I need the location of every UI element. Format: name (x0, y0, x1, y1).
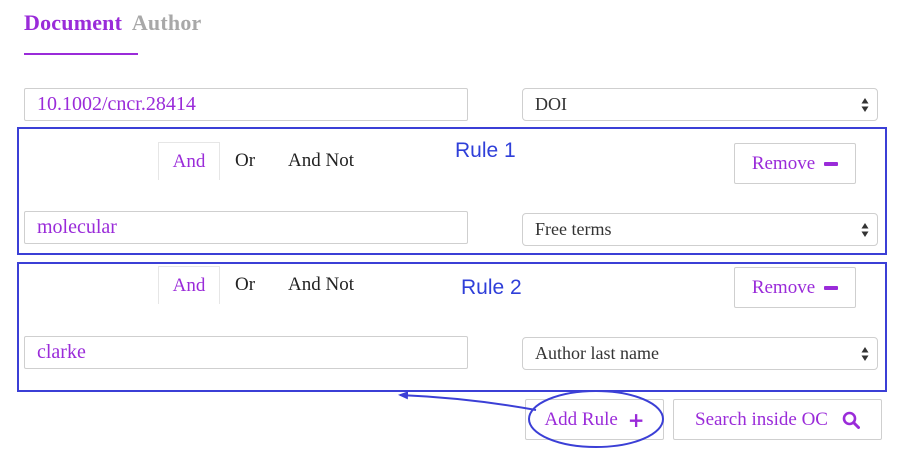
main-query-input[interactable]: 10.1002/cncr.28414 (24, 88, 468, 121)
search-icon (842, 411, 860, 429)
rule-2-term-input[interactable]: clarke (24, 336, 468, 369)
tab-author[interactable]: Author (132, 10, 202, 35)
rule-2-operator-or[interactable]: Or (226, 266, 264, 304)
search-inside-oc-label: Search inside OC (695, 408, 828, 430)
rule-2-remove-button[interactable]: Remove (734, 267, 856, 308)
rule-1-remove-label: Remove (751, 152, 816, 174)
add-rule-button[interactable]: Add Rule + (525, 399, 664, 440)
minus-icon (824, 161, 839, 166)
rule-1-operator-or[interactable]: Or (226, 142, 264, 180)
rule-2-annotation-label: Rule 2 (461, 276, 522, 299)
updown-arrows-icon (861, 223, 869, 237)
rule-2-field-select-value: Author last name (535, 343, 659, 363)
rule-2-operator-and-not[interactable]: And Not (276, 266, 366, 304)
updown-arrows-icon (861, 347, 869, 361)
rule-2-remove-label: Remove (751, 276, 816, 298)
rule-2-operator-and[interactable]: And (158, 266, 220, 304)
rule-1-term-input[interactable]: molecular (24, 211, 468, 244)
annotation-arrow (398, 391, 537, 411)
search-inside-oc-button[interactable]: Search inside OC (673, 399, 882, 440)
rule-1-operator-and-not[interactable]: And Not (276, 142, 366, 180)
updown-arrows-icon (861, 98, 869, 112)
minus-icon (824, 285, 839, 290)
main-field-select-value: DOI (535, 94, 567, 114)
rule-2-field-select[interactable]: Author last name (522, 337, 878, 370)
rule-1-operator-and[interactable]: And (158, 142, 220, 180)
active-tab-underline (24, 53, 138, 55)
rule-1-annotation-label: Rule 1 (455, 139, 516, 162)
plus-icon: + (627, 407, 645, 432)
main-field-select[interactable]: DOI (522, 88, 878, 121)
rule-1-remove-button[interactable]: Remove (734, 143, 856, 184)
rule-1-field-select-value: Free terms (535, 219, 612, 239)
search-type-tabs: Document Author (24, 10, 202, 36)
rule-1-field-select[interactable]: Free terms (522, 213, 878, 246)
add-rule-label: Add Rule (544, 408, 618, 430)
tab-document[interactable]: Document (24, 10, 122, 35)
